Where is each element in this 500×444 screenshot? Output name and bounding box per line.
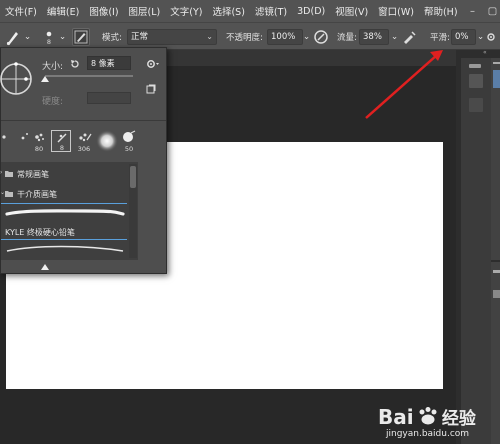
watermark-brand: Bai xyxy=(378,405,414,429)
watermark-url: jingyan.baidu.com xyxy=(386,429,470,439)
baidu-paw-icon xyxy=(419,407,437,425)
baidu-watermark: Bai 经验 jingyan.baidu.com xyxy=(378,404,476,439)
annotation-arrow xyxy=(365,50,443,119)
watermark-brand-cn: 经验 xyxy=(441,409,476,429)
